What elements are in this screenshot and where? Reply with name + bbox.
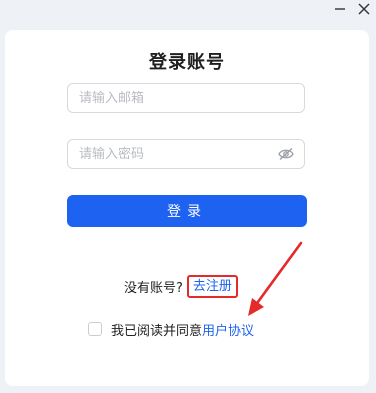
agreement-text: 我已阅读并同意 [111,323,203,339]
agreement-row: 我已阅读并同意 用户协议 [88,319,254,339]
password-field[interactable] [67,139,305,169]
page-title: 登录账号 [149,52,225,73]
minimize-icon [335,8,345,10]
minimize-button[interactable] [330,0,350,18]
close-button[interactable] [354,0,374,18]
user-agreement-link[interactable]: 用户协议 [202,320,254,339]
register-link[interactable]: 去注册 [186,274,238,298]
register-prompt: 没有账号? [124,280,183,296]
email-field[interactable] [67,83,305,113]
email-input[interactable] [68,84,269,112]
password-input[interactable] [68,140,269,168]
login-button[interactable]: 登录 [67,195,307,227]
agreement-checkbox[interactable] [88,322,102,336]
eye-hidden-icon[interactable] [278,147,294,161]
register-row: 没有账号? 去注册 [124,274,238,298]
annotation-arrow [248,241,303,316]
close-icon [358,3,370,15]
